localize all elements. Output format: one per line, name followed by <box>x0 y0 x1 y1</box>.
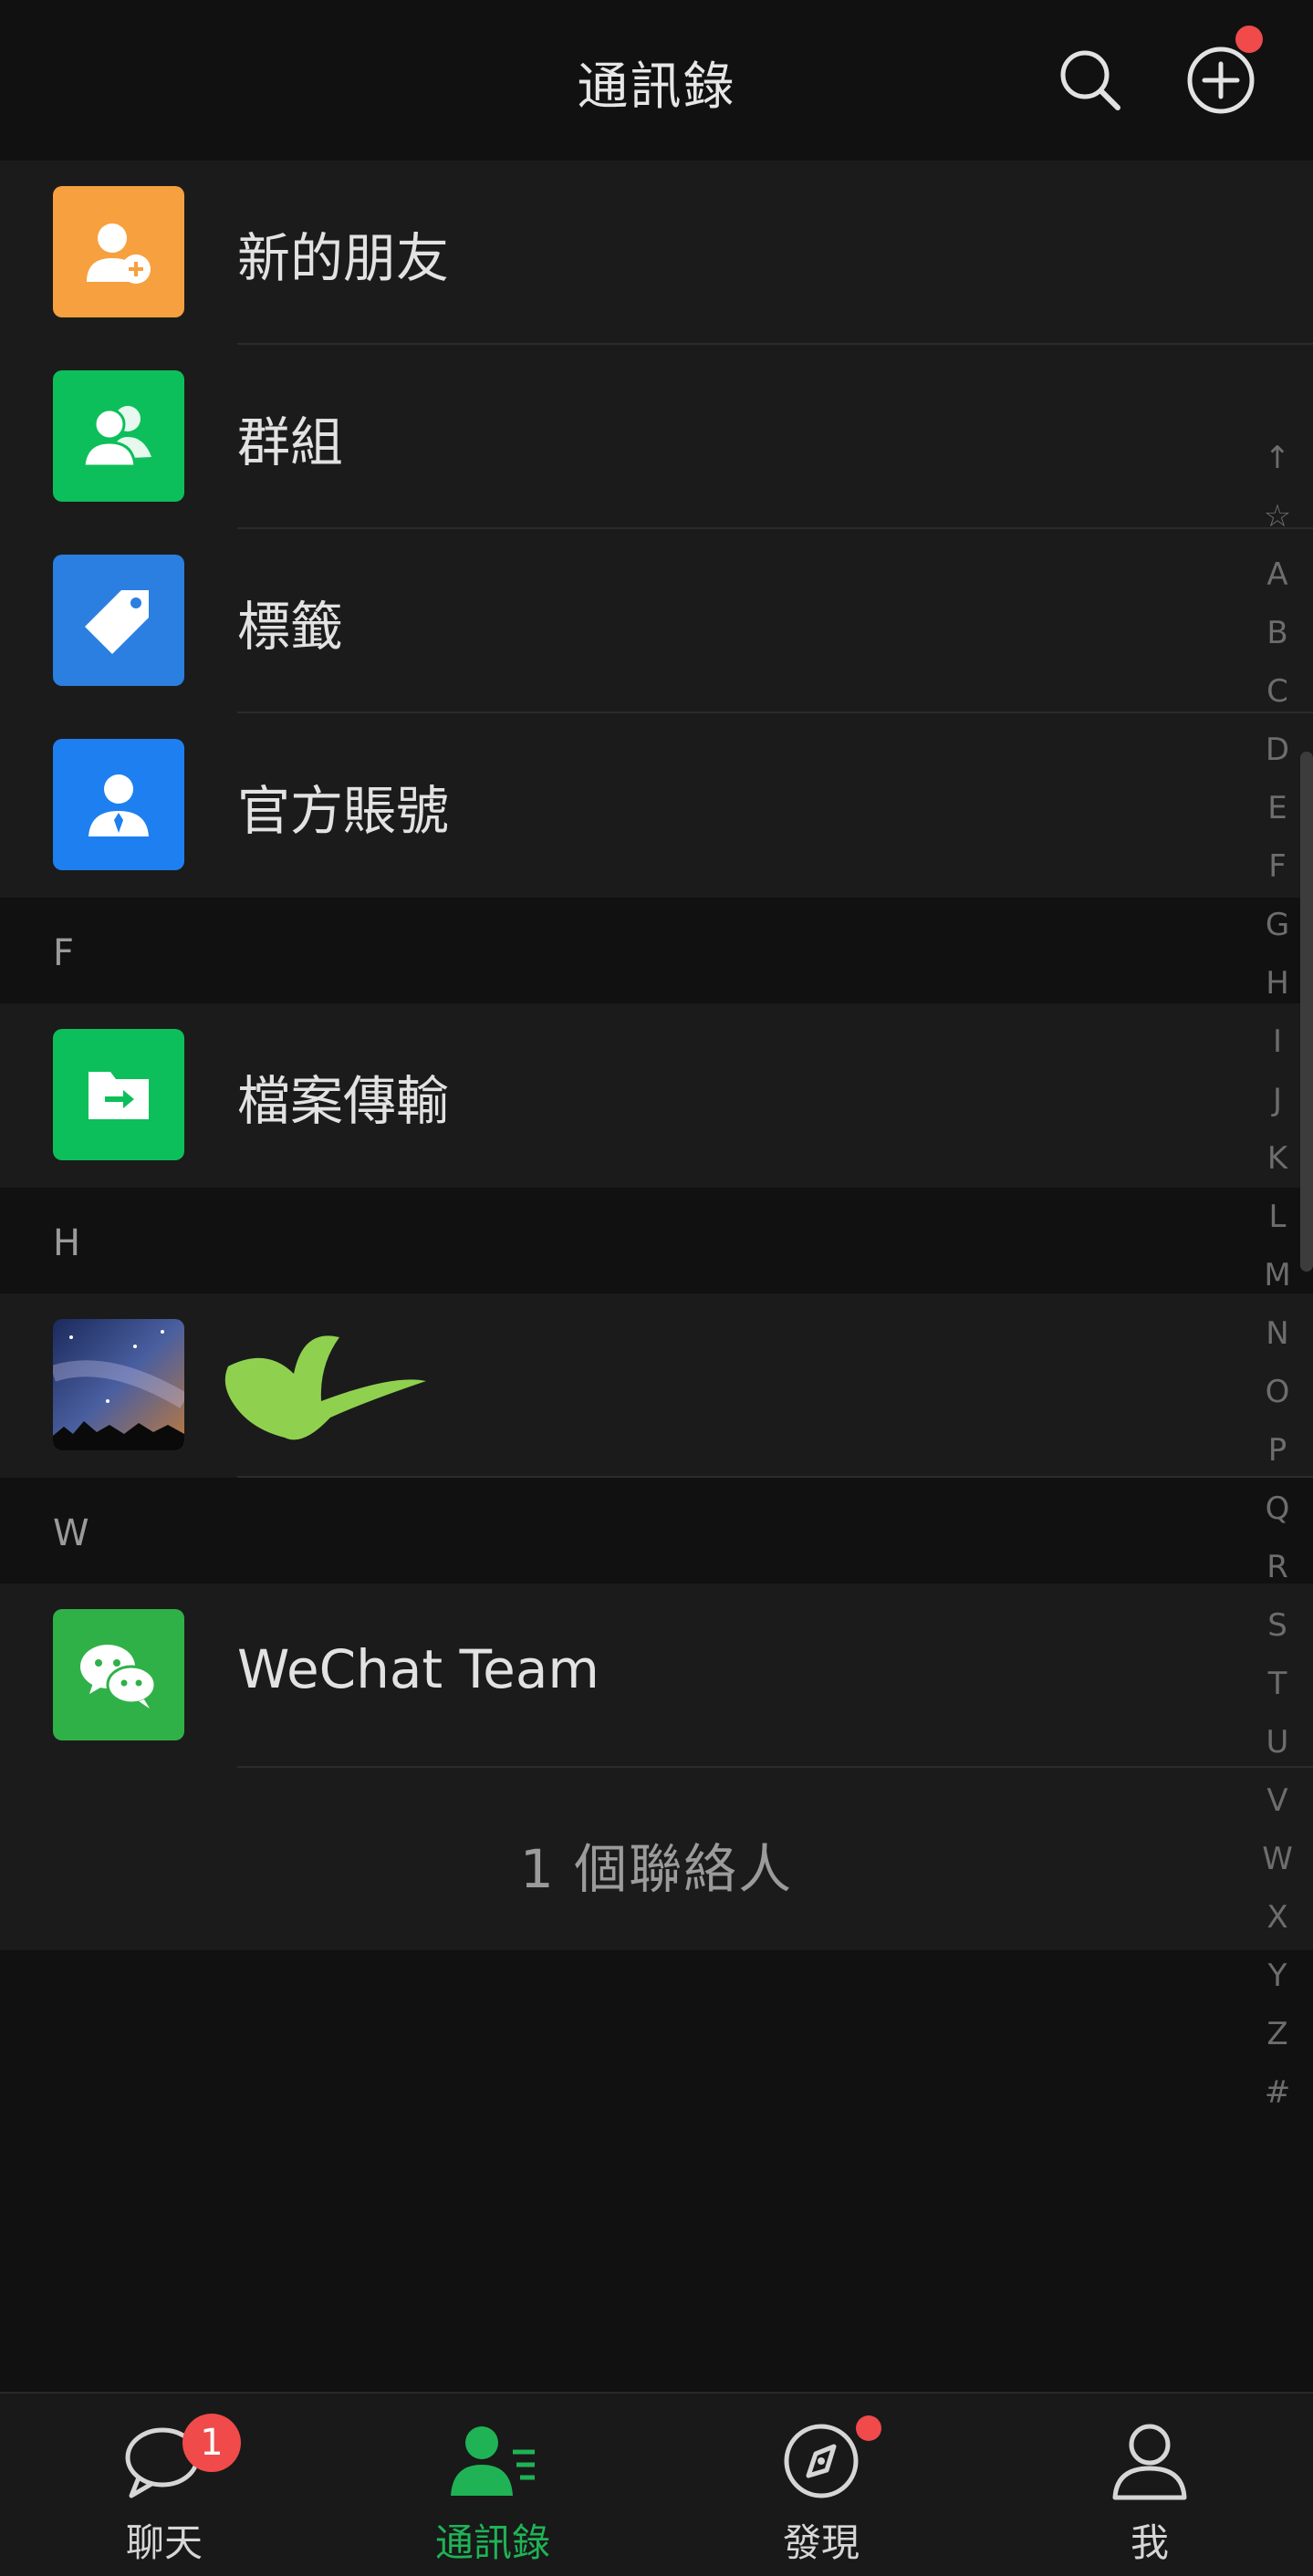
unread-badge: 1 <box>182 2414 241 2472</box>
tab-label: 發現 <box>782 2520 860 2565</box>
alphabet-index-letter[interactable]: R <box>1255 1538 1300 1596</box>
list-item-official-accounts[interactable]: 官方賬號 <box>0 713 1313 898</box>
alphabet-index-letter[interactable]: B <box>1255 604 1300 662</box>
tab-label: 聊天 <box>125 2520 203 2565</box>
alphabet-index-letter[interactable]: ☆ <box>1255 487 1300 545</box>
tab-label: 通訊錄 <box>434 2520 550 2565</box>
official-account-icon <box>53 739 184 870</box>
contacts-screen: 通訊錄 新的朋友 群組 標籤 官方賬號 F 檔案傳輸 H W WeChat Te… <box>0 0 1313 2576</box>
compass-icon <box>784 2424 859 2498</box>
tab-contacts[interactable]: 通訊錄 <box>328 2394 657 2576</box>
alphabet-index-letter[interactable]: L <box>1255 1188 1300 1246</box>
plus-circle-icon <box>1187 47 1255 114</box>
alphabet-index-letter[interactable]: F <box>1255 837 1300 896</box>
alphabet-index-letter[interactable]: T <box>1255 1655 1300 1713</box>
group-icon <box>53 370 184 502</box>
tab-discover[interactable]: 發現 <box>657 2394 985 2576</box>
alphabet-index-letter[interactable]: I <box>1255 1013 1300 1071</box>
alphabet-index-letter[interactable]: ↑ <box>1255 429 1300 487</box>
add-friend-icon <box>53 186 184 317</box>
alphabet-index-letter[interactable]: V <box>1255 1771 1300 1830</box>
contact-count-footer: 1 個聯絡人 <box>0 1768 1313 1950</box>
tab-me[interactable]: 我 <box>985 2394 1313 2576</box>
person-icon <box>1112 2424 1187 2500</box>
list-item-label: 標籤 <box>237 596 344 658</box>
section-header-w: W <box>0 1478 1313 1584</box>
section-letter: H <box>53 1222 81 1264</box>
section-letter: W <box>53 1512 89 1554</box>
alphabet-index-letter[interactable]: S <box>1255 1596 1300 1655</box>
section-header-f: F <box>0 898 1313 1003</box>
alphabet-index-letter[interactable]: K <box>1255 1129 1300 1188</box>
list-item-label: 官方賬號 <box>237 780 450 842</box>
tab-label: 我 <box>1130 2520 1169 2565</box>
alphabet-index-letter[interactable]: Z <box>1255 2005 1300 2063</box>
alphabet-index-letter[interactable]: D <box>1255 721 1300 779</box>
alphabet-index-letter[interactable]: N <box>1255 1304 1300 1363</box>
list-item-contact[interactable] <box>0 1293 1313 1478</box>
list-item-tags[interactable]: 標籤 <box>0 529 1313 713</box>
search-button[interactable] <box>1054 44 1127 117</box>
redaction-scribble <box>224 1335 426 1440</box>
alphabet-index-letter[interactable]: W <box>1255 1830 1300 1888</box>
list-item-label: 檔案傳輸 <box>237 1070 450 1132</box>
contact-count-label: 1 個聯絡人 <box>519 1838 794 1900</box>
alphabet-index-letter[interactable]: Q <box>1255 1480 1300 1538</box>
alphabet-index-letter[interactable]: Y <box>1255 1947 1300 2005</box>
tab-chats[interactable]: 1 聊天 <box>0 2394 328 2576</box>
alphabet-index-letter[interactable]: U <box>1255 1713 1300 1771</box>
tag-icon <box>53 555 184 686</box>
list-item-wechat-team[interactable]: WeChat Team <box>0 1584 1313 1768</box>
alphabet-index-letter[interactable]: C <box>1255 662 1300 721</box>
list-item-groups[interactable]: 群組 <box>0 345 1313 529</box>
notification-dot <box>1235 26 1263 53</box>
alphabet-index-letter[interactable]: O <box>1255 1363 1300 1421</box>
alphabet-index-letter[interactable]: E <box>1255 779 1300 837</box>
list-item-label: 新的朋友 <box>237 227 450 289</box>
list-item-label: WeChat Team <box>237 1638 599 1700</box>
top-bar: 通訊錄 <box>0 0 1313 161</box>
list-item-file-transfer[interactable]: 檔案傳輸 <box>0 1003 1313 1188</box>
notification-dot <box>856 2415 881 2441</box>
bottom-tab-bar: 1 聊天 通訊錄 發現 我 <box>0 2392 1313 2576</box>
file-transfer-icon <box>53 1029 184 1160</box>
wechat-icon <box>53 1609 184 1740</box>
avatar <box>53 1319 184 1450</box>
alphabet-index-letter[interactable]: # <box>1255 2063 1300 2122</box>
scrollbar[interactable] <box>1300 752 1313 1272</box>
search-icon <box>1060 50 1120 110</box>
alphabet-index-letter[interactable]: H <box>1255 954 1300 1013</box>
add-button[interactable] <box>1184 44 1257 117</box>
alphabet-index-letter[interactable]: P <box>1255 1421 1300 1480</box>
section-header-h: H <box>0 1188 1313 1293</box>
alphabet-index-letter[interactable]: J <box>1255 1071 1300 1129</box>
contacts-list: 新的朋友 群組 標籤 官方賬號 F 檔案傳輸 H W WeChat Team 1… <box>0 161 1313 1950</box>
list-item-label: 群組 <box>237 411 344 473</box>
alphabet-index[interactable]: ↑ ☆ A B C D E F G H I J K L M N O P Q R S T U V W X Y Z # <box>1255 429 1300 2122</box>
alphabet-index-letter[interactable]: A <box>1255 545 1300 604</box>
section-letter: F <box>53 932 75 974</box>
alphabet-index-letter[interactable]: G <box>1255 896 1300 954</box>
alphabet-index-letter[interactable]: M <box>1255 1246 1300 1304</box>
contacts-icon <box>451 2426 535 2496</box>
list-item-new-friends[interactable]: 新的朋友 <box>0 161 1313 345</box>
alphabet-index-letter[interactable]: X <box>1255 1888 1300 1947</box>
